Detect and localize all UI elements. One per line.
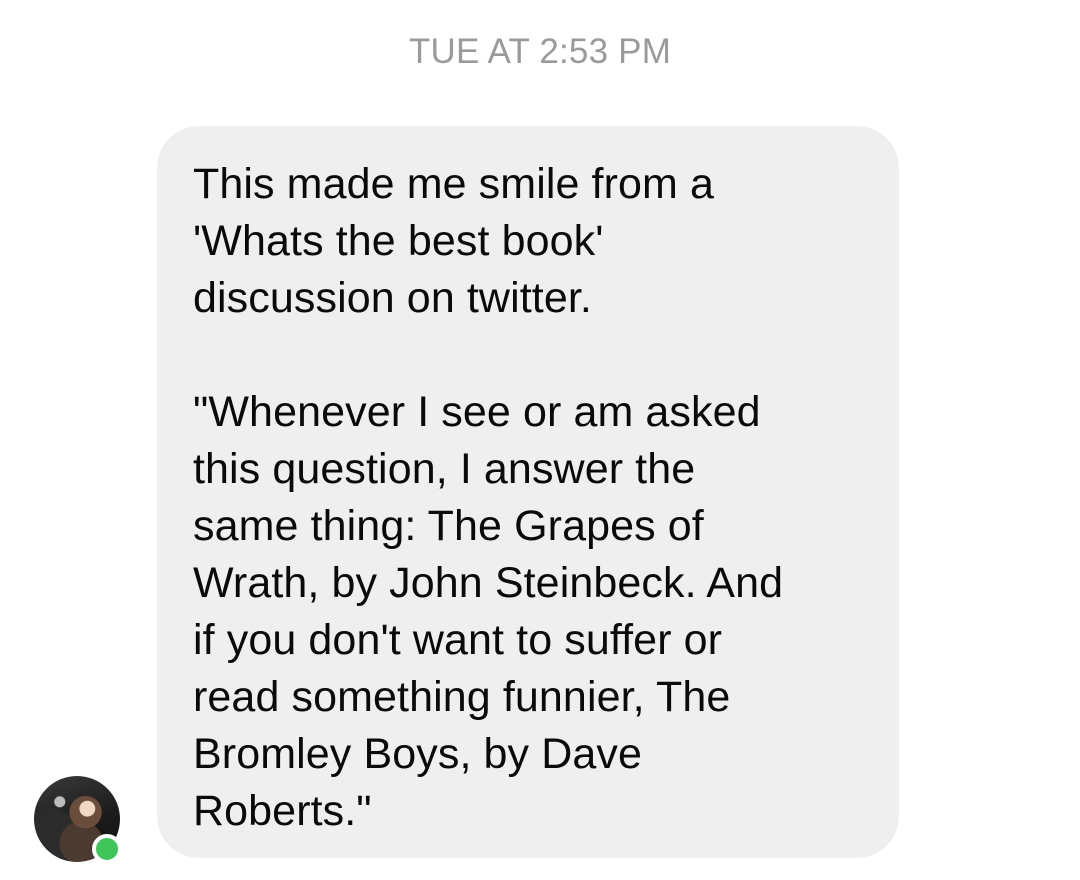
message-timestamp: TUE AT 2:53 PM [408,32,672,71]
message-text: This made me smile from a 'Whats the bes… [193,160,784,835]
online-status-indicator [92,834,122,864]
message-bubble[interactable]: This made me smile from a 'Whats the bes… [157,126,899,858]
